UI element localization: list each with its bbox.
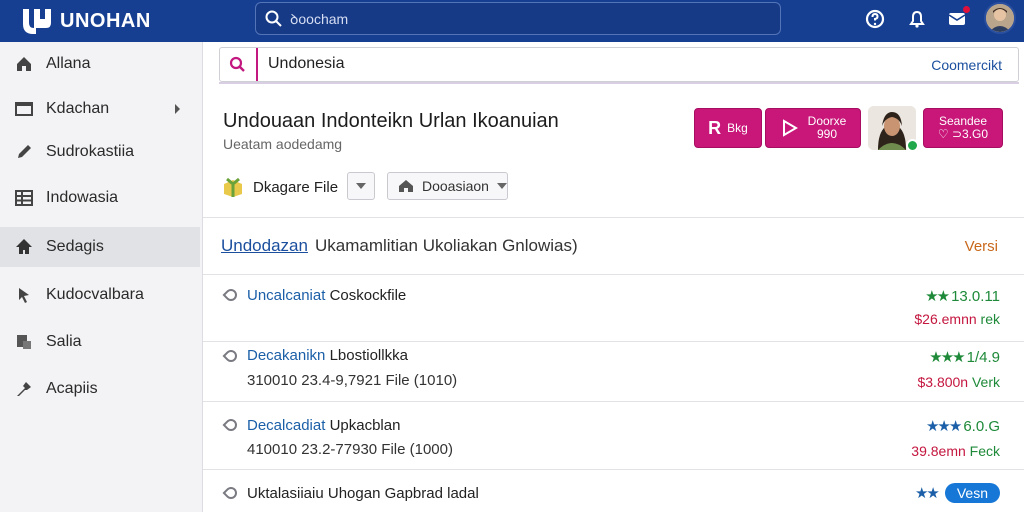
search-icon xyxy=(265,10,282,27)
grid-icon xyxy=(14,188,34,208)
page-title: Undouaan Indonteikn Urlan Ikoanuian xyxy=(223,110,559,132)
star-icon: ★★★ xyxy=(925,418,962,435)
item-price: 39.8emn Feck xyxy=(911,443,1000,459)
sidebar-item-sudrokastiia[interactable]: Sudrokastiia xyxy=(0,132,200,172)
primary-button[interactable]: R Bkg xyxy=(694,108,762,148)
list-item[interactable]: Decalcadiat Upkacblan 410010 23.2-77930 … xyxy=(203,403,1024,470)
sidebar-item-label: Acapiis xyxy=(46,380,98,397)
item-price: $26.emnn rek xyxy=(914,311,1000,327)
item-rating: ★★★ 6.0.G xyxy=(925,417,1000,436)
pen-icon xyxy=(14,142,34,162)
bell-icon[interactable] xyxy=(906,8,928,30)
page-subtitle: Ueatam aodedamg xyxy=(223,136,343,152)
doc-icon xyxy=(14,332,34,352)
play-icon xyxy=(782,119,798,137)
logo[interactable]: UNOHAN xyxy=(20,6,151,36)
sidebar-item-label: Kdachan xyxy=(46,100,110,117)
pin-icon xyxy=(222,286,240,304)
sec-line2: ♡ ⊃3.G0 xyxy=(937,127,989,141)
location-dropdown-label: Dooasiaon xyxy=(422,178,489,194)
section-title: Ukamamlitian Ukoliakan Gnlowias) xyxy=(315,236,578,255)
item-name: Decakanikn Lbostiollkka xyxy=(247,347,408,364)
sidebar-item-kudocvalbara[interactable]: Kudocvalbara xyxy=(0,275,200,315)
item-rating: ★★ Vesn xyxy=(915,483,1000,503)
play-line1: Doorxe xyxy=(807,114,847,128)
item-rating: ★★ 13.0.11 xyxy=(925,287,1000,306)
sidebar-item-label: Indowasia xyxy=(46,189,119,206)
search-icon xyxy=(229,56,245,72)
online-status xyxy=(906,139,919,152)
item-name: Uktalasiiaiu Uhogan Gapbrad ladal xyxy=(247,485,479,502)
section-heading: Undodazan Ukamamlitian Ukoliakan Gnlowia… xyxy=(203,218,1024,275)
notification-badge xyxy=(963,6,970,13)
chevron-down-icon xyxy=(496,183,507,189)
content-search-input[interactable] xyxy=(266,54,890,74)
window-icon xyxy=(14,99,34,119)
star-icon: ★★★ xyxy=(929,349,965,366)
list-item[interactable]: Uktalasiiaiu Uhogan Gapbrad ladal ★★ Vesn xyxy=(203,470,1024,512)
list-item[interactable]: Decakanikn Lbostiollkka 310010 23.4-9,79… xyxy=(203,335,1024,402)
logo-icon xyxy=(23,9,51,34)
chevron-down-icon xyxy=(356,183,366,189)
global-search-input[interactable] xyxy=(288,9,752,28)
item-meta: 410010 23.2-77930 File (1000) xyxy=(247,441,453,458)
sidebar-item-salia[interactable]: Salia xyxy=(0,322,200,362)
pin-icon xyxy=(222,347,240,365)
list-item[interactable]: Uncalcaniat Coskockfile ★★ 13.0.11 $26.em… xyxy=(203,275,1024,342)
sec-line1: Seandee xyxy=(938,114,988,128)
item-price: $3.800n Verk xyxy=(917,374,1000,390)
star-icon: ★★ xyxy=(925,288,950,305)
sidebar-item-label: Allana xyxy=(46,55,91,72)
package-icon xyxy=(224,177,242,197)
file-label: Dkagare File xyxy=(221,176,338,198)
chevron-right-icon xyxy=(175,104,180,114)
sidebar-item-label: Sedagis xyxy=(46,238,104,255)
version-pill[interactable]: Vesn xyxy=(944,483,1000,503)
sidebar: Allana Kdachan Sudrokastiia Indowasia Se… xyxy=(0,42,203,512)
top-bar: UNOHAN xyxy=(0,0,1024,42)
sidebar-item-label: Sudrokastiia xyxy=(46,143,135,160)
cursor-icon xyxy=(14,285,34,305)
file-dropdown[interactable] xyxy=(347,172,375,200)
section-right-label[interactable]: Versi xyxy=(965,238,998,255)
section-link[interactable]: Undodazan xyxy=(221,236,308,256)
item-name: Uncalcaniat Coskockfile xyxy=(247,287,407,304)
sidebar-item-label: Kudocvalbara xyxy=(46,286,144,303)
item-meta: 310010 23.4-9,7921 File (1010) xyxy=(247,372,458,389)
sidebar-item-kdachan[interactable]: Kdachan xyxy=(0,89,200,129)
btn-label: Bkg xyxy=(727,121,748,135)
sidebar-item-allana[interactable]: Allana xyxy=(0,44,200,84)
sidebar-item-label: Salia xyxy=(46,333,82,350)
home-filled-icon xyxy=(14,237,34,257)
help-icon[interactable] xyxy=(864,8,886,30)
search-underline xyxy=(219,82,1019,84)
home-icon xyxy=(14,54,34,74)
search-divider xyxy=(256,48,258,81)
avatar[interactable] xyxy=(984,2,1016,34)
star-icon: ★★ xyxy=(914,485,940,502)
logo-text: UNOHAN xyxy=(60,9,151,32)
item-rating: ★★★ 1/4.9 xyxy=(929,348,1000,367)
file-label-text: Dkagare File xyxy=(253,178,339,196)
sidebar-item-indowasia[interactable]: Indowasia xyxy=(0,178,200,218)
content-search[interactable]: Coomercikt xyxy=(219,47,1019,82)
btn-icon-label: R xyxy=(708,117,722,138)
sidebar-item-sedagis[interactable]: Sedagis xyxy=(0,227,200,267)
global-search[interactable] xyxy=(255,2,781,35)
play-line2: 990 xyxy=(816,127,838,141)
tool-icon xyxy=(14,379,34,399)
pin-icon xyxy=(222,484,240,502)
pin-icon xyxy=(222,416,240,434)
secondary-button[interactable]: Seandee ♡ ⊃3.G0 xyxy=(923,108,1003,148)
item-name: Decalcadiat Upkacblan xyxy=(247,417,401,434)
home-icon xyxy=(399,180,413,192)
location-dropdown[interactable]: Dooasiaon xyxy=(387,172,508,200)
search-link[interactable]: Coomercikt xyxy=(931,57,1002,73)
page-header: Undouaan Indonteikn Urlan Ikoanuian Ueat… xyxy=(203,92,1024,218)
sidebar-item-acapiis[interactable]: Acapiis xyxy=(0,369,200,409)
play-button[interactable]: Doorxe 990 xyxy=(765,108,861,148)
